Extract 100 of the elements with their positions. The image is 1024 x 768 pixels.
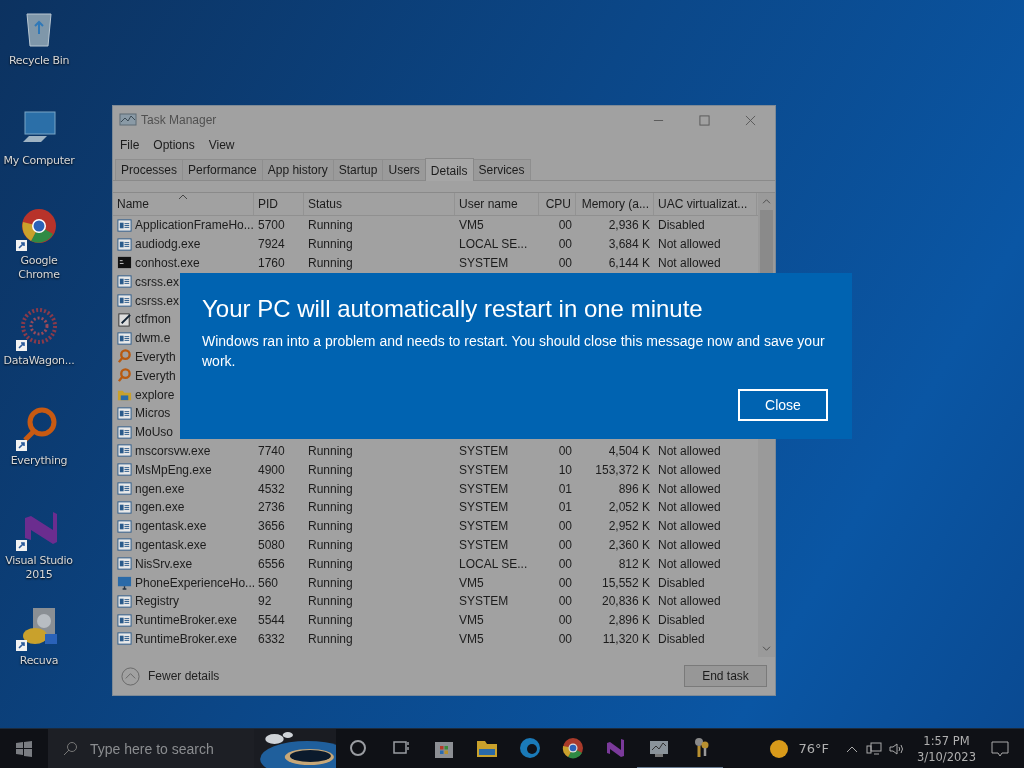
table-cell-text: Running bbox=[307, 481, 354, 496]
table-cell-text: Not allowed bbox=[657, 237, 722, 252]
process-name: conhost.exe bbox=[135, 256, 200, 270]
table-cell-text: Disabled bbox=[657, 575, 706, 590]
table-cell-text: 4900 bbox=[257, 462, 286, 477]
process-name: ngentask.exe bbox=[135, 519, 207, 534]
table-cell-text: 01 bbox=[557, 481, 573, 496]
table-cell-text: Disabled bbox=[657, 218, 706, 233]
table-cell-text: 2,952 K bbox=[607, 519, 651, 534]
table-cell-text: 6332 bbox=[257, 631, 286, 646]
table-cell-text: 7924 bbox=[257, 237, 286, 252]
table-cell-text: Running bbox=[307, 575, 354, 590]
table-cell-text: 00 bbox=[557, 218, 573, 233]
table-cell-text: 3656 bbox=[257, 519, 286, 534]
table-cell-text: Running bbox=[307, 613, 354, 628]
process-name: dwm.e bbox=[135, 331, 171, 346]
process-name: ngen.exe bbox=[135, 481, 185, 496]
process-name: RuntimeBroker.exe bbox=[135, 613, 238, 628]
table-cell-text: SYSTEM bbox=[458, 537, 510, 552]
table-cell-text: 15,552 K bbox=[600, 575, 651, 590]
table-cell-text: 6,144 K bbox=[607, 256, 651, 270]
table-cell-text: 896 K bbox=[617, 481, 651, 496]
process-name: Registry bbox=[135, 594, 179, 609]
process-name: ngentask.exe bbox=[135, 537, 207, 552]
process-name: NisSrv.exe bbox=[135, 556, 193, 571]
process-name: ctfmon bbox=[135, 312, 171, 327]
table-cell-text: SYSTEM bbox=[458, 481, 510, 496]
dialog-message: Windows ran into a problem and needs to restart. You should close this message now and save your work. bbox=[202, 332, 826, 371]
table-cell-text: SYSTEM bbox=[458, 519, 510, 534]
table-cell-text: Not allowed bbox=[657, 443, 722, 458]
table-cell-text: 00 bbox=[557, 519, 573, 534]
process-name: Everyth bbox=[135, 349, 176, 364]
table-cell-text: 00 bbox=[557, 594, 573, 609]
table-cell-text: Not allowed bbox=[657, 556, 722, 571]
table-cell-text: 01 bbox=[557, 500, 573, 515]
table-cell-text: 11,320 K bbox=[601, 631, 651, 646]
table-cell-text: Not allowed bbox=[657, 462, 722, 477]
table-cell-text: 5080 bbox=[257, 537, 286, 552]
process-name: MoUso bbox=[135, 425, 173, 440]
table-cell-text: Running bbox=[307, 537, 354, 552]
table-cell-text: 00 bbox=[557, 443, 573, 458]
table-cell-text: Running bbox=[307, 594, 354, 609]
table-cell-text: 4,504 K bbox=[607, 443, 651, 458]
table-cell-text: Running bbox=[307, 237, 354, 252]
table-cell-text: 2,360 K bbox=[607, 537, 651, 552]
table-cell-text: Running bbox=[307, 556, 354, 571]
table-cell-text: 2,936 K bbox=[607, 218, 651, 233]
process-name: ngen.exe bbox=[135, 500, 185, 515]
process-name: csrss.ex bbox=[135, 293, 179, 308]
table-cell-text: Running bbox=[307, 443, 354, 458]
table-cell-text: Running bbox=[307, 631, 354, 646]
process-name: Everyth bbox=[135, 368, 176, 383]
table-cell-text: 6556 bbox=[257, 556, 286, 571]
table-cell-text: Not allowed bbox=[657, 537, 722, 552]
table-cell-text: 10 bbox=[557, 462, 573, 477]
table-cell-text: Not allowed bbox=[657, 594, 722, 609]
process-name: csrss.ex bbox=[135, 274, 179, 289]
process-name: mscorsvw.exe bbox=[135, 443, 211, 458]
table-cell-text: 2736 bbox=[257, 500, 286, 515]
table-cell-text: 153,372 K bbox=[594, 462, 651, 477]
process-name: PhoneExperienceHo... bbox=[135, 575, 256, 590]
table-cell-text: 00 bbox=[557, 575, 573, 590]
table-cell-text: SYSTEM bbox=[458, 462, 510, 477]
dialog-title: Your PC will automatically restart in one minute bbox=[202, 294, 704, 324]
table-cell-text: 00 bbox=[557, 237, 573, 252]
table-cell-text: VM5 bbox=[458, 613, 485, 628]
table-cell-text: LOCAL SE... bbox=[458, 237, 529, 252]
table-cell-text: 812 K bbox=[617, 556, 651, 571]
table-cell-text: Not allowed bbox=[657, 500, 722, 515]
table-cell-text: SYSTEM bbox=[458, 256, 510, 270]
process-name: explore bbox=[135, 387, 175, 402]
table-cell-text: 4532 bbox=[257, 481, 286, 496]
table-cell-text: Not allowed bbox=[657, 481, 722, 496]
table-cell-text: Running bbox=[307, 218, 354, 233]
table-cell-text: SYSTEM bbox=[458, 594, 510, 609]
table-cell-text: Running bbox=[307, 256, 354, 270]
table-cell-text: LOCAL SE... bbox=[458, 556, 529, 571]
table-cell-text: 00 bbox=[557, 613, 573, 628]
table-cell-text: 2,896 K bbox=[607, 613, 651, 628]
table-cell-text: Not allowed bbox=[657, 519, 722, 534]
table-cell-text: SYSTEM bbox=[458, 443, 510, 458]
table-cell-text: Disabled bbox=[657, 631, 706, 646]
process-name: Micros bbox=[135, 406, 171, 421]
table-cell-text: Running bbox=[307, 500, 354, 515]
table-cell-text: 560 bbox=[257, 575, 280, 590]
table-cell-text: 5544 bbox=[257, 613, 286, 628]
table-cell-text: 00 bbox=[557, 537, 573, 552]
table-cell-text: Disabled bbox=[657, 613, 706, 628]
table-cell-text: 7740 bbox=[257, 443, 286, 458]
table-cell-text: 3,684 K bbox=[607, 237, 651, 252]
table-cell-text: VM5 bbox=[458, 631, 485, 646]
table-cell-text: VM5 bbox=[458, 218, 485, 233]
window-title: Task Manager bbox=[141, 113, 217, 127]
table-cell-text: 2,052 K bbox=[607, 500, 651, 515]
process-name: RuntimeBroker.exe bbox=[135, 631, 238, 646]
table-cell-text: 92 bbox=[257, 594, 273, 609]
table-cell-text: SYSTEM bbox=[458, 500, 510, 515]
process-name: audiodg.exe bbox=[135, 237, 201, 252]
table-cell-text: Running bbox=[307, 519, 354, 534]
table-cell-text: 00 bbox=[557, 256, 573, 270]
